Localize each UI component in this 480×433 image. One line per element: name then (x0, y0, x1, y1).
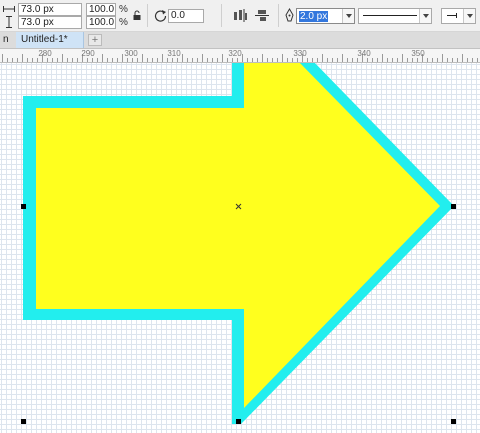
rotation-input[interactable]: 0.0 (168, 9, 204, 23)
chevron-down-icon[interactable] (463, 9, 475, 23)
scale-x-input[interactable]: 100.0 (86, 3, 116, 16)
line-end-cap (456, 13, 457, 18)
selection-handle-left[interactable] (21, 204, 26, 209)
tab-partial[interactable]: n (0, 32, 12, 48)
ruler-label: 310 (167, 49, 181, 58)
pen-nib-icon (285, 8, 294, 22)
ruler-label: 340 (357, 49, 371, 58)
tab-untitled-1[interactable]: Untitled-1* (16, 32, 84, 48)
selection-handle-right[interactable] (451, 204, 456, 209)
ruler-label: 330 (293, 49, 307, 58)
scale-x-unit: % (119, 4, 128, 15)
line-end-dropdown[interactable] (441, 8, 476, 24)
height-arrows-icon (6, 16, 12, 28)
width-input[interactable]: 73.0 px (18, 3, 82, 16)
chevron-down-icon[interactable] (419, 9, 431, 23)
ruler-label: 300 (124, 49, 138, 58)
property-bar: 73.0 px 73.0 px 100.0 100.0 % % 0.0 2.0 … (0, 0, 480, 32)
lock-ratio-icon[interactable] (132, 10, 142, 21)
rotate-icon (154, 10, 167, 22)
ruler-label: 350 (411, 49, 425, 58)
line-style-dropdown[interactable] (358, 8, 432, 24)
stroke-width-value[interactable]: 2.0 px (299, 11, 329, 22)
drawing-canvas[interactable] (0, 63, 480, 433)
width-arrows-icon (3, 6, 15, 12)
horizontal-ruler: 280 290 300 310 320 330 340 350 (0, 49, 480, 63)
separator (147, 4, 148, 27)
selection-handle-bottom-right[interactable] (451, 419, 456, 424)
canvas-drawing (21, 63, 456, 424)
selection-handle-bottom-left[interactable] (21, 419, 26, 424)
separator (278, 4, 279, 27)
line-style-preview (363, 15, 417, 16)
ruler-label: 320 (228, 49, 242, 58)
align-horizontal-icon[interactable] (233, 9, 247, 22)
stroke-width-dropdown[interactable]: 2.0 px (296, 8, 355, 24)
scale-y-unit: % (119, 17, 128, 28)
selection-handle-bottom[interactable] (236, 419, 241, 424)
separator (221, 4, 222, 27)
add-tab-button[interactable]: + (88, 34, 102, 46)
align-vertical-icon[interactable] (255, 9, 269, 22)
height-input[interactable]: 73.0 px (18, 16, 82, 29)
scale-y-input[interactable]: 100.0 (86, 16, 116, 29)
ruler-label: 290 (81, 49, 95, 58)
ruler-label: 280 (38, 49, 52, 58)
document-tab-bar: n Untitled-1* + (0, 32, 480, 49)
chevron-down-icon[interactable] (342, 9, 354, 23)
